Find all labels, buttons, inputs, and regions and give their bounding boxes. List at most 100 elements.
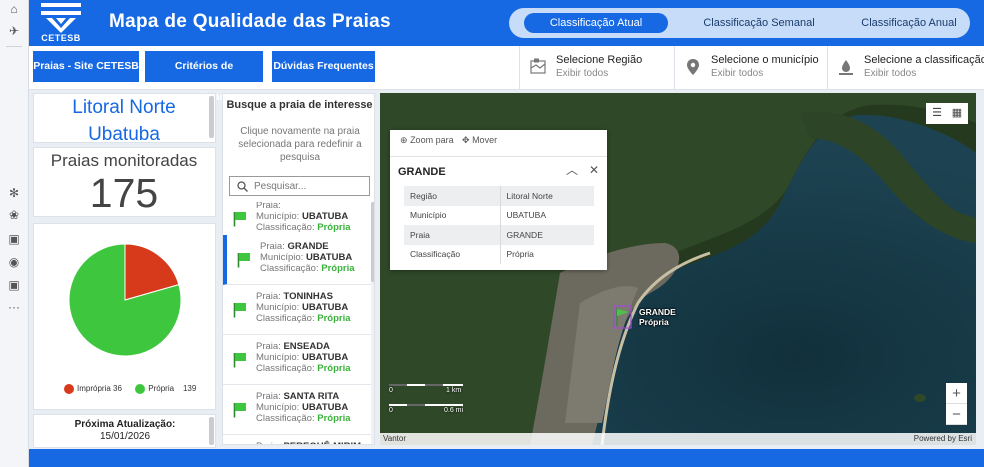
map-view[interactable]: ☰ ▦ + − ⊕ Zoom para ✥ Mover GRANDE ︿ ✕ R… (380, 93, 976, 445)
map-region-icon (530, 58, 546, 74)
zoom-icon: ⊕ (400, 135, 408, 145)
chart-legend: Imprópria 36 Própria 139 (64, 384, 196, 394)
logo-text: CETESB (41, 33, 81, 43)
instagram-alt-icon[interactable]: ▣ (7, 278, 21, 292)
list-item-praia: Praia: ENSEADA (256, 341, 330, 352)
close-icon[interactable]: ✕ (587, 163, 601, 177)
marker-beach-name: GRANDE (639, 307, 676, 317)
green-flag-icon (233, 403, 246, 418)
praia-label: Praia: (256, 441, 281, 444)
faq-button[interactable]: Dúvidas Frequentes (272, 51, 375, 82)
classification-tabs: Classificação Atual Classificação Semana… (509, 8, 970, 38)
next-update-card: Próxima Atualização: 15/01/2026 (33, 414, 216, 448)
list-item-praia: Praia: GRANDE (260, 241, 329, 252)
region-filter-title: Selecione Região (556, 54, 643, 66)
municipality-filter-title: Selecione o município (711, 54, 819, 66)
instagram-icon[interactable]: ▣ (7, 232, 21, 246)
green-flag-icon (233, 212, 246, 227)
monitored-count: 175 (89, 170, 159, 216)
attribution-source[interactable]: Vantor (383, 434, 406, 443)
popup-value: Litoral Norte (500, 186, 594, 206)
popup-row: Classificação Própria (404, 244, 594, 264)
home-icon[interactable]: ⌂ (7, 2, 21, 16)
list-item[interactable]: Praia: SANTA RITA Município: UBATUBA Class… (223, 385, 371, 435)
list-item[interactable]: Praia: ENSEADA Município: UBATUBA Classifi… (223, 335, 371, 385)
classification-filter[interactable]: Selecione a classificação Exibir todos (827, 46, 984, 89)
site-cetesb-button[interactable]: Praias - Site CETESB (33, 51, 139, 82)
list-item[interactable]: Praia: TONINHAS Município: UBATUBA Classif… (223, 285, 371, 335)
zoom-out-button[interactable]: − (946, 404, 967, 425)
region-card-scrollbar[interactable] (209, 96, 214, 138)
classificacao-value: Própria (317, 413, 351, 424)
next-update-date: 15/01/2026 (99, 431, 151, 442)
classificacao-label: Classificação: (260, 263, 319, 274)
list-item-municipio: Município: UBATUBA (256, 352, 348, 363)
browser-side-rail: ⌂ ✈ ✻ ❀ ▣ ◉ ▣ ··· (0, 0, 29, 467)
collapse-icon[interactable]: ︿ (565, 163, 579, 177)
tab-classificacao-semanal[interactable]: Classificação Semanal (689, 13, 829, 33)
popup-key: Região (404, 186, 501, 206)
beach-list-scroll-thumb[interactable] (371, 202, 374, 282)
legend-value-impropria: 36 (113, 384, 122, 394)
popup-row: Região Litoral Norte (404, 186, 594, 206)
list-item[interactable]: Praia: PEREQUÊ-MIRIMMunicípio: Classific… (223, 435, 371, 444)
toolbar: Praias - Site CETESB Critérios de Classi… (29, 46, 984, 103)
sparkle-icon[interactable]: ✻ (7, 186, 21, 200)
search-title: Busque a praia de interesse (226, 99, 373, 111)
marker-status: Própria (639, 317, 669, 327)
move-label: Mover (472, 135, 498, 145)
municipality-filter[interactable]: Selecione o município Exibir todos (674, 46, 827, 89)
zoom-to-action[interactable]: ⊕ Zoom para (400, 135, 454, 146)
green-flag-icon (233, 303, 246, 318)
map-pin-icon (687, 59, 699, 75)
popup-title: GRANDE (398, 166, 446, 178)
municipio-value: UBATUBA (301, 211, 349, 222)
cetesb-logo[interactable]: CETESB (41, 2, 81, 44)
list-item-praia: Praia: (256, 202, 281, 211)
zoom-to-label: Zoom para (410, 135, 454, 145)
cetesb-logo-mark (41, 3, 81, 33)
popup-key: Praia (404, 225, 501, 245)
municipio-label: Município: (260, 252, 304, 263)
municipio-value: UBATUBA (301, 352, 349, 363)
compass-icon[interactable]: ✈ (7, 24, 21, 38)
popup-value: UBATUBA (506, 210, 547, 221)
tab-classificacao-atual[interactable]: Classificação Atual (524, 13, 668, 33)
search-input[interactable] (254, 179, 366, 193)
praia-value: PEREQUÊ-MIRIM (283, 441, 361, 444)
scale-mi: 0.6 mi (444, 407, 464, 414)
municipio-label: Município: (256, 352, 300, 363)
zoom-in-button[interactable]: + (946, 383, 967, 404)
paw-icon[interactable]: ❀ (7, 208, 21, 222)
next-update-scrollbar[interactable] (209, 417, 214, 445)
praia-label: Praia: (260, 241, 285, 252)
classification-filter-value: Exibir todos (864, 68, 917, 79)
scale-bar: 0 1 km 0 0.6 mi (389, 384, 465, 414)
municipio-label: Município: (256, 402, 300, 413)
legend-label-impropria: Imprópria (77, 384, 111, 394)
move-icon: ✥ (462, 135, 470, 145)
tab-classificacao-anual[interactable]: Classificação Anual (844, 13, 974, 33)
beach-list-scrollbar[interactable] (371, 202, 374, 444)
list-item-praia: Praia: TONINHAS (256, 291, 333, 302)
grid-view-icon[interactable]: ▦ (949, 106, 965, 121)
popup-row: Praia GRANDE (404, 225, 594, 245)
move-action[interactable]: ✥ Mover (462, 135, 497, 146)
classificacao-value: Própria (321, 263, 355, 274)
list-item-classificacao: Classificação: Própria (256, 313, 351, 324)
praia-label: Praia: (256, 391, 281, 402)
feature-popup: ⊕ Zoom para ✥ Mover GRANDE ︿ ✕ Região Lit… (390, 130, 607, 270)
classificacao-value: Própria (317, 222, 351, 233)
criteria-button[interactable]: Critérios de Classificação (145, 51, 263, 103)
more-icon[interactable]: ··· (7, 300, 21, 314)
selected-beach-marker[interactable] (613, 305, 633, 329)
praia-value: GRANDE (287, 241, 329, 252)
whatsapp-icon[interactable]: ◉ (7, 255, 21, 269)
region-card: Litoral Norte Ubatuba (33, 93, 216, 145)
list-item[interactable]: Praia: GRANDE Município: UBATUBA Classific… (223, 235, 371, 285)
attribution-esri[interactable]: Powered by Esri (914, 434, 972, 443)
region-filter[interactable]: Selecione Região Exibir todos (519, 46, 674, 89)
list-view-icon[interactable]: ☰ (929, 106, 945, 121)
rail-divider (6, 46, 22, 47)
list-item-municipio: Município: UBATUBA (256, 211, 348, 222)
